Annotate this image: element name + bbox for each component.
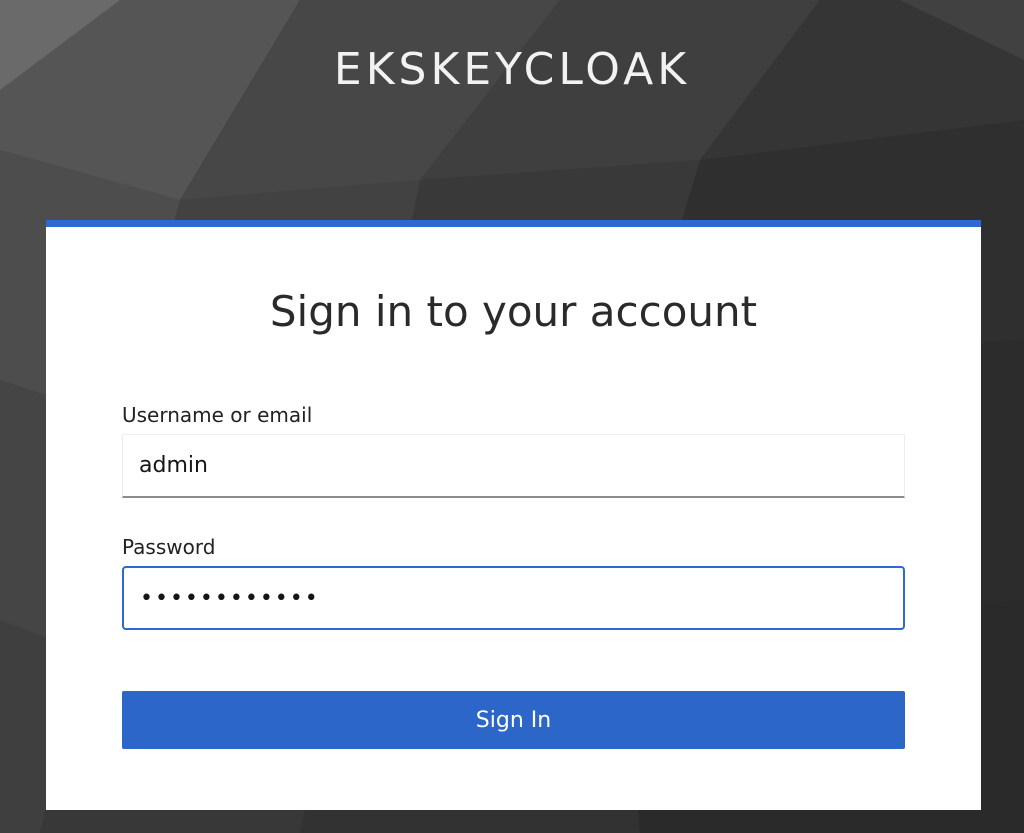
password-label: Password: [122, 535, 216, 559]
username-label: Username or email: [122, 403, 313, 427]
login-heading: Sign in to your account: [269, 287, 758, 336]
login-card: Sign in to your account Username or emai…: [46, 220, 981, 810]
realm-title: EKSKEYCLOAK: [333, 44, 691, 95]
username-input[interactable]: [122, 434, 905, 498]
sign-in-button[interactable]: Sign In: [122, 691, 905, 749]
password-input[interactable]: [122, 566, 905, 630]
